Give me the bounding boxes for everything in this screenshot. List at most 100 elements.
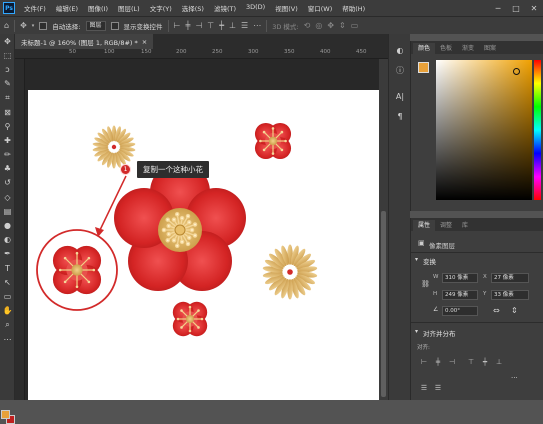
vertical-scrollbar[interactable] xyxy=(379,59,388,400)
character-icon[interactable]: A| xyxy=(389,86,411,106)
chevron-down-icon[interactable]: ▾ xyxy=(415,328,418,335)
move-icon[interactable]: ✥ xyxy=(0,34,15,48)
eyedropper-icon[interactable]: ⚲ xyxy=(0,119,15,133)
hand-icon[interactable]: ✋ xyxy=(0,304,15,318)
3d-rotate-icon[interactable]: ⟲ xyxy=(304,21,311,30)
distribute-icon[interactable]: ☰ xyxy=(419,384,429,393)
menu-item[interactable]: 文件(F) xyxy=(19,3,51,13)
panel-fg-swatch[interactable] xyxy=(418,62,429,73)
lasso-icon[interactable]: ↄ xyxy=(0,62,15,76)
flip-vertical-icon[interactable]: ⇕ xyxy=(511,306,518,315)
auto-select-checkbox[interactable] xyxy=(39,21,48,30)
type-icon[interactable]: T xyxy=(0,261,15,275)
align-right-edges-icon[interactable]: ⊣ xyxy=(447,358,457,367)
menu-item[interactable]: 图层(L) xyxy=(113,3,145,13)
gold-flower-right[interactable] xyxy=(262,244,318,300)
align-bottom-edges-icon[interactable]: ⊥ xyxy=(494,358,504,367)
more-tools-icon[interactable]: ⋯ xyxy=(0,332,15,346)
paragraph-icon[interactable]: ¶ xyxy=(389,106,411,126)
menu-item[interactable]: 图像(I) xyxy=(83,3,113,13)
show-transform-checkbox[interactable] xyxy=(110,21,119,30)
x-field[interactable]: 27 像素 xyxy=(491,273,529,283)
gradient-icon[interactable]: ▤ xyxy=(0,204,15,218)
quick-select-icon[interactable]: ✎ xyxy=(0,77,15,91)
small-red-flower-bottom[interactable] xyxy=(172,301,208,337)
more-options-icon[interactable]: ⋯ xyxy=(253,21,261,30)
auto-select-dropdown[interactable]: 图层 xyxy=(85,20,106,31)
menu-item[interactable]: 文字(Y) xyxy=(145,3,177,13)
pasteboard[interactable]: 1 复制一个这种小花 xyxy=(25,59,379,400)
align-center-icon[interactable]: ╪ xyxy=(185,21,190,30)
close-tab-icon[interactable]: × xyxy=(142,38,147,46)
color-picker-field[interactable] xyxy=(436,60,532,200)
3d-pan-icon[interactable]: ✥ xyxy=(327,21,334,30)
y-field[interactable]: 33 像素 xyxy=(491,290,529,300)
color-swatches[interactable] xyxy=(1,410,15,424)
healing-icon[interactable]: ✚ xyxy=(0,133,15,147)
home-icon[interactable]: ⌂ xyxy=(4,21,9,30)
align-left-icon[interactable]: ⊢ xyxy=(174,21,181,30)
align-left-edges-icon[interactable]: ⊢ xyxy=(419,358,429,367)
close-button[interactable]: ✕ xyxy=(525,4,543,13)
tab-patterns[interactable]: 图案 xyxy=(479,43,501,54)
document-tab[interactable]: 未标题-1 @ 160% (图层 1, RGB/8#) * × xyxy=(15,34,154,49)
tab-properties[interactable]: 属性 xyxy=(413,220,436,231)
tab-gradients[interactable]: 渐变 xyxy=(457,43,479,54)
align-right-icon[interactable]: ⊣ xyxy=(195,21,202,30)
more-align-options[interactable]: ... xyxy=(511,372,518,380)
history-icon[interactable]: ◐ xyxy=(389,40,411,60)
3d-scale-icon[interactable]: ▭ xyxy=(351,21,359,30)
hue-slider[interactable] xyxy=(534,60,541,200)
document-canvas[interactable] xyxy=(28,90,379,400)
move-tool-icon[interactable]: ✥ xyxy=(20,21,27,30)
angle-field[interactable]: 0.00° xyxy=(442,306,478,316)
frame-icon[interactable]: ⊠ xyxy=(0,105,15,119)
info-icon[interactable]: ⓘ xyxy=(389,60,411,80)
flip-horizontal-icon[interactable]: ⇔ xyxy=(493,306,500,315)
tab-adjustments[interactable]: 调整 xyxy=(435,220,457,231)
shape-icon[interactable]: ▭ xyxy=(0,289,15,303)
small-red-flower-left[interactable] xyxy=(52,245,102,295)
align-top-icon[interactable]: ⊤ xyxy=(207,21,214,30)
tab-swatches[interactable]: 色板 xyxy=(435,43,457,54)
menu-item[interactable]: 帮助(H) xyxy=(337,3,370,13)
link-icon[interactable]: ⛓ xyxy=(421,280,430,288)
width-field[interactable]: 310 像素 xyxy=(442,273,478,283)
tab-libraries[interactable]: 库 xyxy=(457,220,473,231)
foreground-color-swatch[interactable] xyxy=(1,410,10,419)
menu-item[interactable]: 窗口(W) xyxy=(303,3,338,13)
gold-flower-top-left[interactable] xyxy=(92,125,136,169)
distribute-icon[interactable]: ☰ xyxy=(433,384,443,393)
menu-item[interactable]: 视图(V) xyxy=(270,3,303,13)
brush-icon[interactable]: ✏ xyxy=(0,148,15,162)
zoom-icon[interactable]: ⌕ xyxy=(0,318,15,332)
align-bottom-icon[interactable]: ⊥ xyxy=(229,21,236,30)
big-red-flower[interactable] xyxy=(114,162,246,291)
blur-icon[interactable]: ● xyxy=(0,218,15,232)
dodge-icon[interactable]: ◐ xyxy=(0,233,15,247)
path-select-icon[interactable]: ↖ xyxy=(0,275,15,289)
tab-color[interactable]: 颜色 xyxy=(413,43,436,54)
align-middle-icon[interactable]: ┿ xyxy=(219,21,224,30)
scroll-thumb[interactable] xyxy=(381,211,386,397)
stamp-icon[interactable]: ♣ xyxy=(0,162,15,176)
align-top-edges-icon[interactable]: ⊤ xyxy=(466,358,476,367)
menu-item[interactable]: 选择(S) xyxy=(177,3,209,13)
history-brush-icon[interactable]: ↺ xyxy=(0,176,15,190)
eraser-icon[interactable]: ◇ xyxy=(0,190,15,204)
3d-slide-icon[interactable]: ⇕ xyxy=(339,21,346,30)
align-horizontal-centers-icon[interactable]: ╪ xyxy=(433,358,443,367)
maximize-button[interactable]: □ xyxy=(507,4,525,13)
pen-icon[interactable]: ✒ xyxy=(0,247,15,261)
distribute-icon[interactable]: ☰ xyxy=(241,21,248,30)
crop-icon[interactable]: ⌗ xyxy=(0,91,15,105)
minimize-button[interactable]: ─ xyxy=(489,4,507,13)
small-red-flower-top-right[interactable] xyxy=(254,122,292,160)
3d-roll-icon[interactable]: ◎ xyxy=(315,21,322,30)
menu-item[interactable]: 3D(D) xyxy=(241,3,270,13)
menu-item[interactable]: 编辑(E) xyxy=(51,3,83,13)
chevron-down-icon[interactable]: ▾ xyxy=(415,256,418,263)
marquee-icon[interactable]: ⬚ xyxy=(0,48,15,62)
height-field[interactable]: 249 像素 xyxy=(442,290,478,300)
chevron-down-icon[interactable]: ▾ xyxy=(32,23,35,29)
